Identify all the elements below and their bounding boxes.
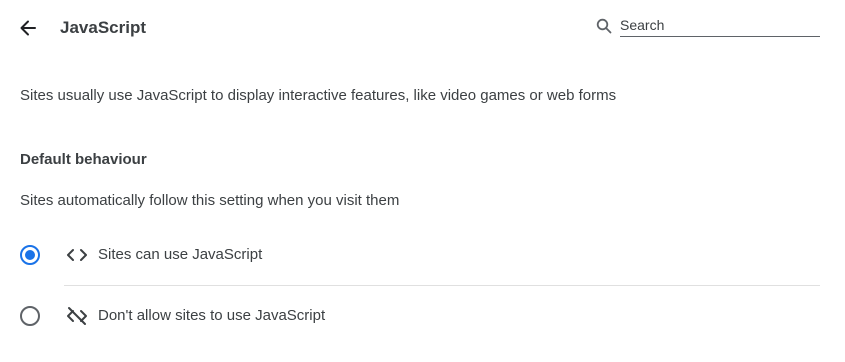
option-label: Sites can use JavaScript	[98, 246, 263, 263]
search-input[interactable]	[620, 14, 820, 37]
header: JavaScript	[0, 0, 845, 56]
page-title: JavaScript	[60, 18, 146, 37]
option-label: Don't allow sites to use JavaScript	[98, 307, 326, 324]
back-button[interactable]	[14, 14, 42, 42]
code-icon	[65, 243, 89, 267]
section-heading: Default behaviour	[20, 151, 147, 168]
divider	[64, 285, 820, 286]
search-icon[interactable]	[596, 18, 612, 34]
search-box[interactable]	[596, 14, 820, 38]
option-allow-javascript[interactable]: Sites can use JavaScript	[20, 233, 820, 277]
radio-button-block[interactable]	[20, 306, 40, 326]
option-block-javascript[interactable]: Don't allow sites to use JavaScript	[20, 294, 820, 338]
page-description: Sites usually use JavaScript to display …	[20, 87, 617, 104]
radio-button-allow[interactable]	[20, 245, 40, 265]
javascript-settings-page: JavaScript Sites usually use JavaScript …	[0, 0, 845, 362]
code-off-icon	[65, 304, 89, 328]
section-subtitle: Sites automatically follow this setting …	[20, 192, 400, 209]
arrow-back-icon	[20, 20, 36, 36]
